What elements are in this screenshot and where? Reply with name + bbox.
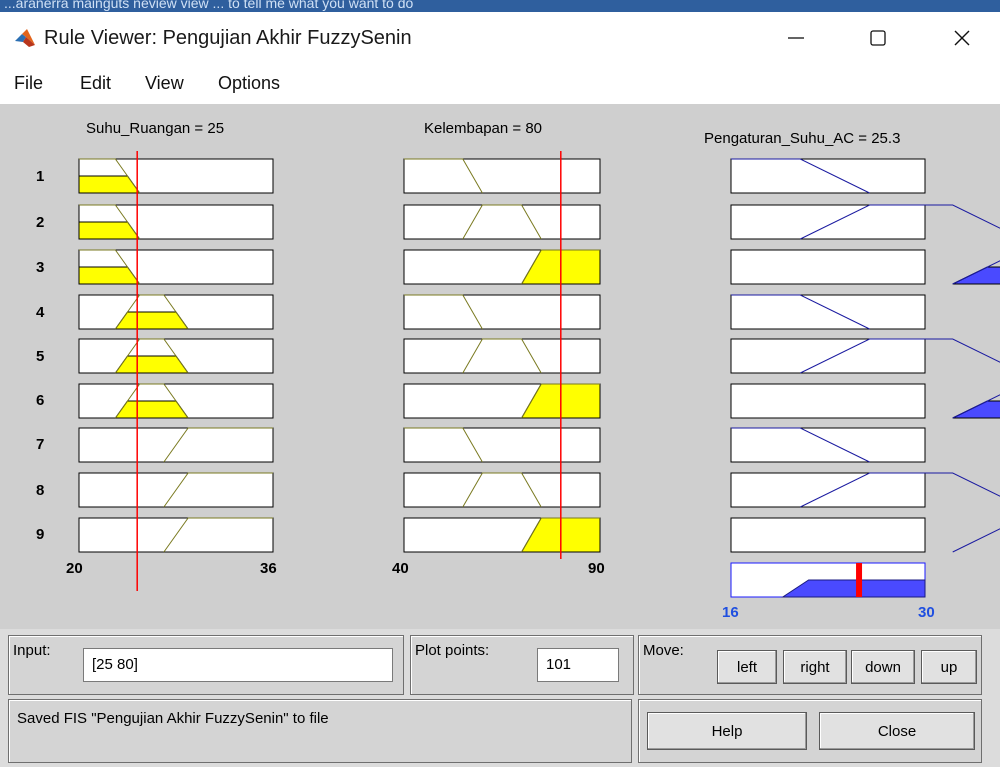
rule-plot-cell <box>403 338 601 374</box>
firing-area <box>952 266 1000 285</box>
status-text: Saved FIS "Pengujian Akhir FuzzySenin" t… <box>17 710 329 727</box>
matlab-logo-icon <box>15 29 35 47</box>
window-title: Rule Viewer: Pengujian Akhir FuzzySenin <box>44 27 412 49</box>
rule-plot-cell <box>730 383 926 419</box>
plot-points-label: Plot points: <box>415 642 490 659</box>
aggregate-area <box>781 579 926 598</box>
rule-plot-cell <box>403 158 601 194</box>
rule-plot-cell <box>730 427 926 463</box>
rule-plot-cell <box>730 249 926 285</box>
move-panel: Move: left right down up <box>638 635 982 695</box>
move-right-button[interactable]: right <box>783 650 847 684</box>
action-panel: Help Close <box>638 699 982 763</box>
input-label: Input: <box>13 642 51 659</box>
firing-area <box>952 400 1000 419</box>
input-panel: Input: [25 80] <box>8 635 404 695</box>
menu-bar: File Edit View Options <box>0 64 1000 104</box>
control-area: Input: [25 80] Plot points: 101 Move: le… <box>0 629 1000 767</box>
background-window-strip: ...aranerra mainguts neview view ... to … <box>0 0 1000 12</box>
output-result-marker <box>856 563 863 597</box>
rule-plot-cell <box>403 204 601 240</box>
maximize-icon <box>870 30 886 46</box>
close-window-button[interactable] <box>932 12 992 64</box>
title-bar: Rule Viewer: Pengujian Akhir FuzzySenin <box>0 12 1000 64</box>
rule-plot-cell <box>403 294 601 330</box>
plot-points-panel: Plot points: 101 <box>410 635 634 695</box>
rule-plot-cell <box>730 294 926 330</box>
move-up-button[interactable]: up <box>921 650 977 684</box>
menu-edit[interactable]: Edit <box>80 73 111 94</box>
minimize-icon <box>788 37 804 39</box>
minimize-button[interactable] <box>766 12 826 64</box>
close-icon <box>954 30 970 46</box>
rule-plot-cell <box>730 338 926 374</box>
menu-file[interactable]: File <box>14 73 43 94</box>
input-field[interactable]: [25 80] <box>83 648 393 682</box>
rule-plot-cell <box>730 158 926 194</box>
maximize-button[interactable] <box>848 12 908 64</box>
background-strip-text: ...aranerra mainguts neview view ... to … <box>4 0 414 11</box>
move-down-button[interactable]: down <box>851 650 915 684</box>
rule-plot-cell <box>730 472 926 508</box>
rule-plot-cell <box>403 427 601 463</box>
membership-function <box>952 528 1000 553</box>
menu-view[interactable]: View <box>145 73 184 94</box>
move-label: Move: <box>643 642 684 659</box>
help-button[interactable]: Help <box>647 712 807 750</box>
rule-plot-cell <box>730 204 926 240</box>
rule-plots[interactable] <box>0 104 1000 629</box>
close-button[interactable]: Close <box>819 712 975 750</box>
status-panel: Saved FIS "Pengujian Akhir FuzzySenin" t… <box>8 699 632 763</box>
rule-plot-cell <box>403 472 601 508</box>
move-left-button[interactable]: left <box>717 650 777 684</box>
rule-plot-cell <box>730 517 926 553</box>
plot-points-field[interactable]: 101 <box>537 648 619 682</box>
menu-options[interactable]: Options <box>218 73 280 94</box>
